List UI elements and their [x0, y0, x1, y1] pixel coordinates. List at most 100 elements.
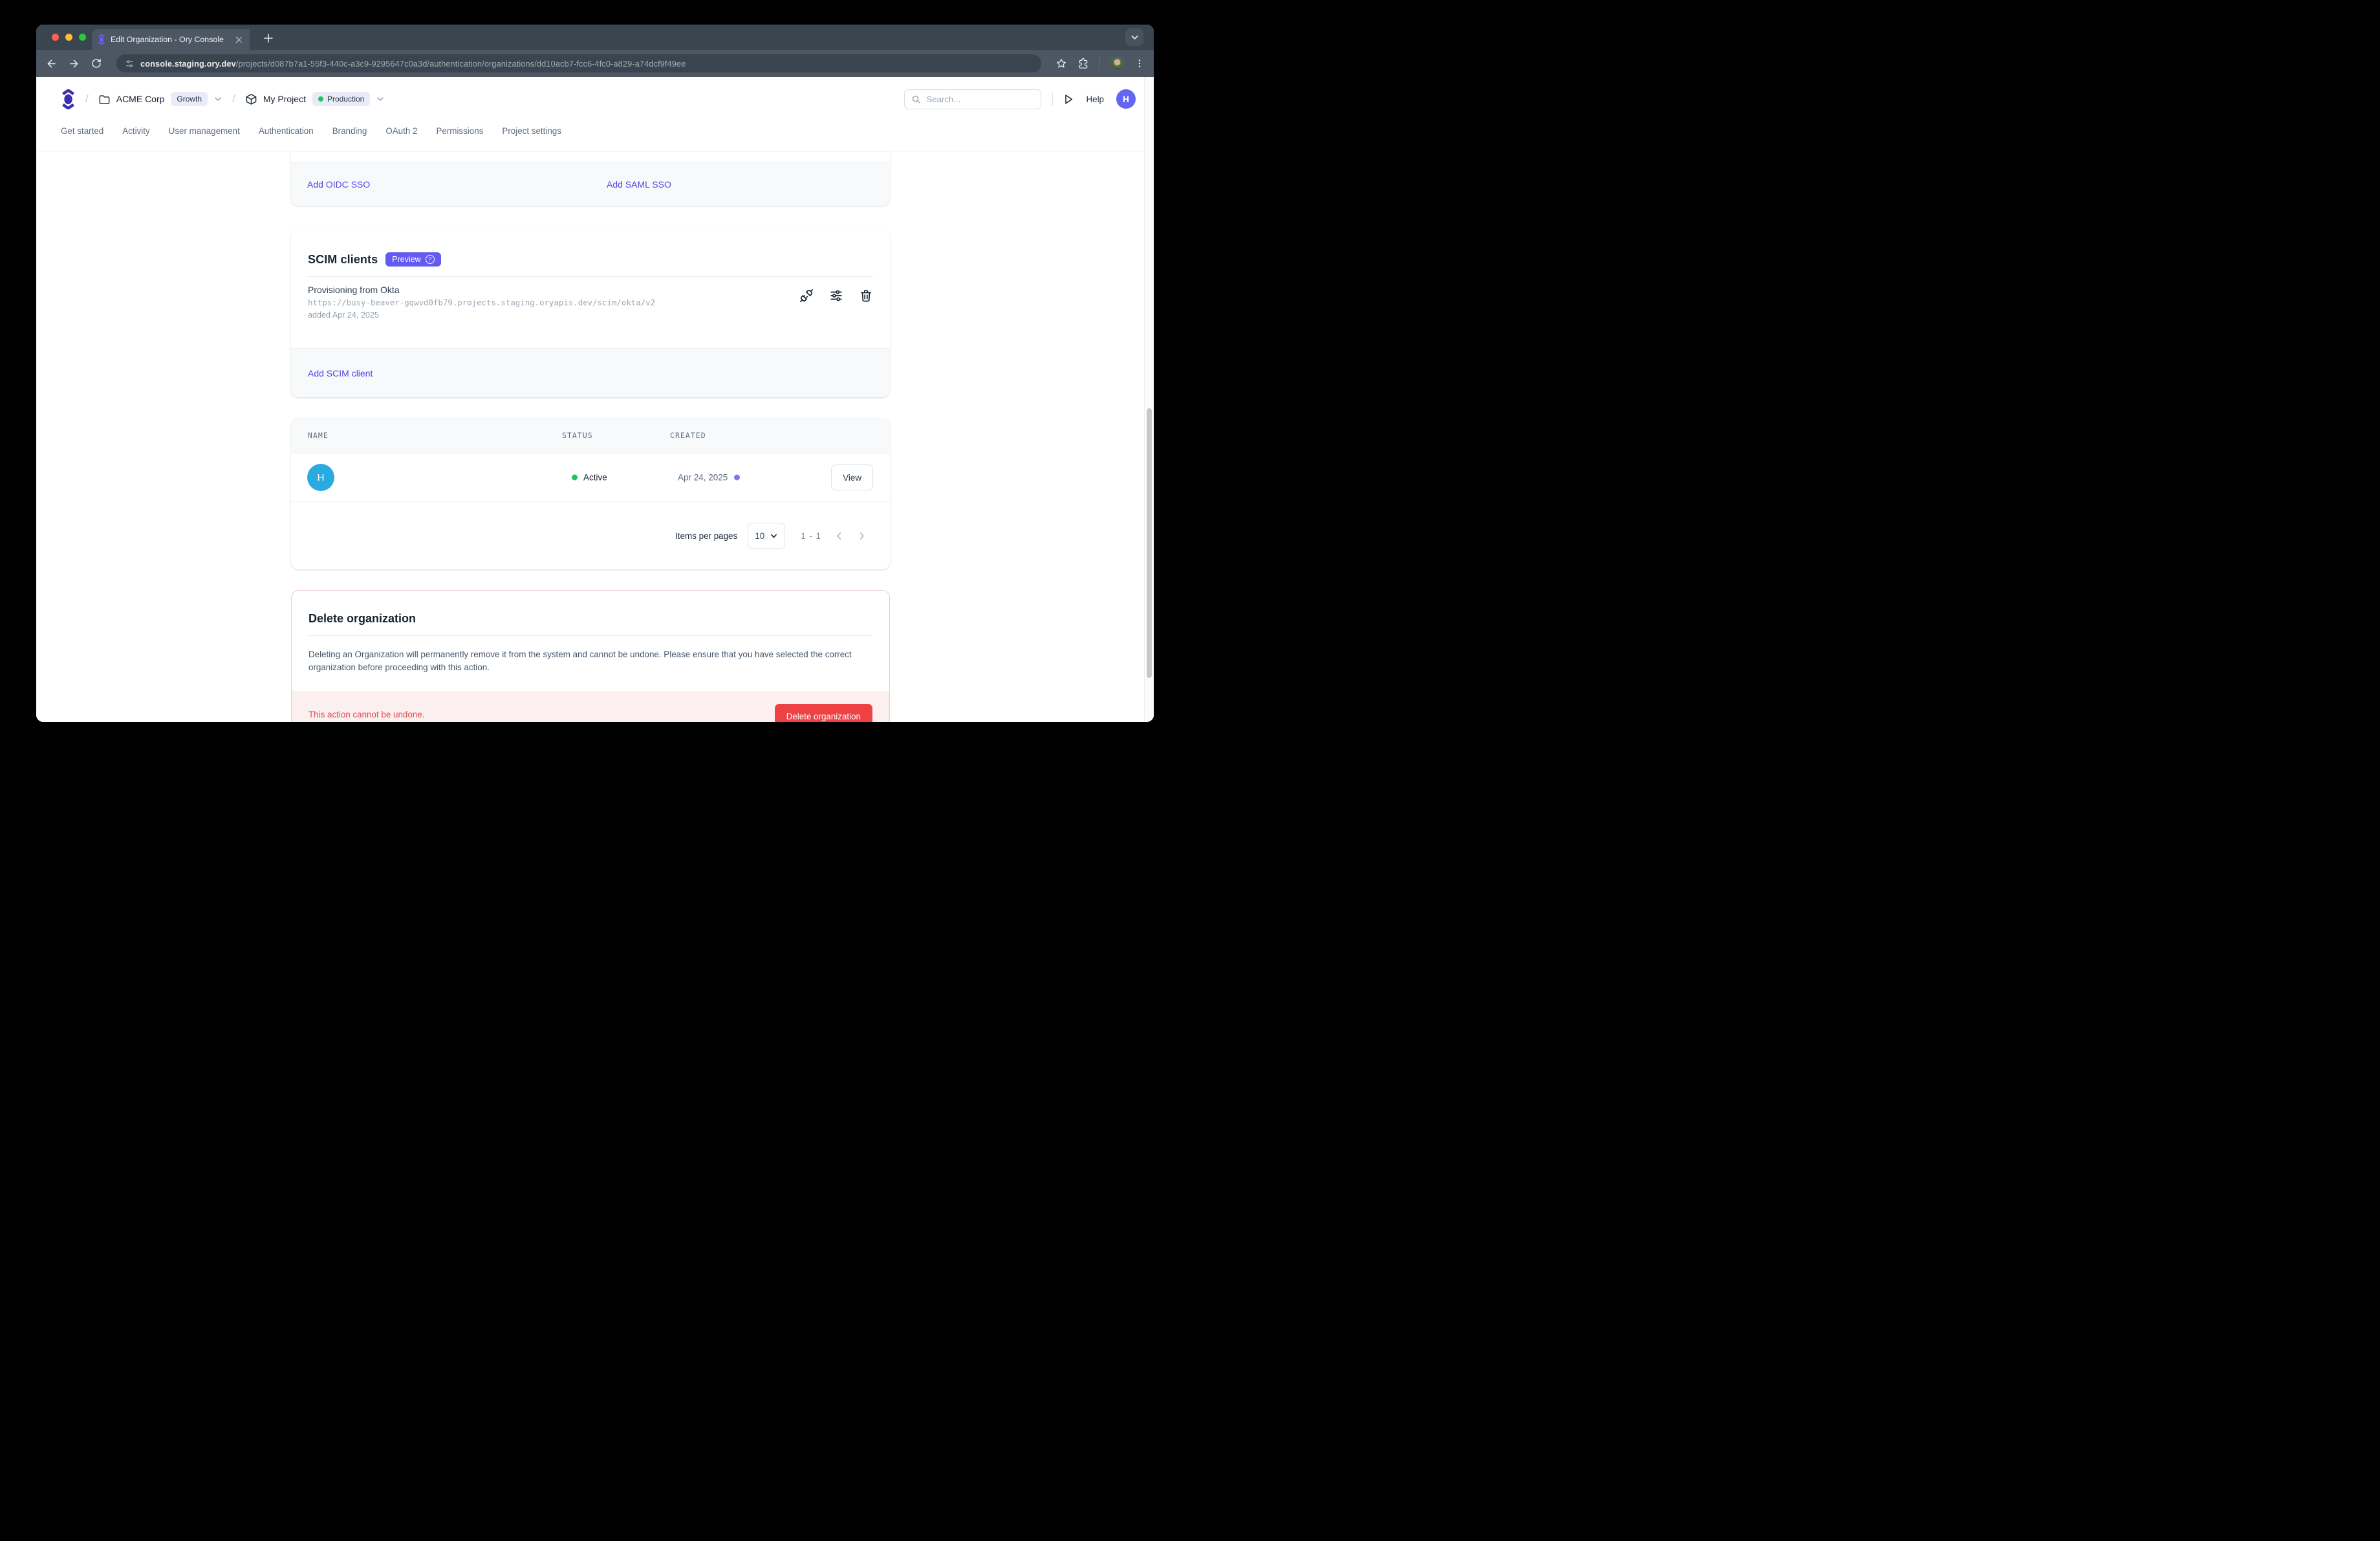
- workspace-plan-badge: Growth: [171, 92, 208, 106]
- reload-icon[interactable]: [91, 58, 102, 69]
- nav-tab-user-management[interactable]: User management: [169, 126, 240, 136]
- project-name[interactable]: My Project: [263, 94, 306, 104]
- browser-menu-icon[interactable]: [1134, 58, 1145, 69]
- breadcrumb-separator: /: [85, 93, 89, 105]
- active-status-dot: [572, 475, 578, 481]
- view-button[interactable]: View: [831, 464, 873, 490]
- nav-tab-permissions[interactable]: Permissions: [436, 126, 483, 136]
- workspace-folder-icon: [98, 93, 111, 105]
- tab-title-fade: [233, 29, 250, 50]
- url-bar[interactable]: console.staging.ory.dev/projects/d087b7a…: [116, 54, 1041, 72]
- new-tab-button[interactable]: [260, 30, 277, 47]
- zoom-window-button[interactable]: [79, 34, 86, 41]
- nav-tab-oauth2[interactable]: OAuth 2: [385, 126, 417, 136]
- workspace-name[interactable]: ACME Corp: [116, 94, 165, 104]
- search-input[interactable]: [926, 94, 1034, 104]
- site-settings-icon[interactable]: [125, 59, 135, 69]
- danger-footer: This action cannot be undone. Delete org…: [292, 691, 889, 722]
- workspace-chevron-down-icon[interactable]: [213, 94, 222, 104]
- delete-organization-button[interactable]: Delete organization: [775, 704, 872, 722]
- url-text: console.staging.ory.dev/projects/d087b7a…: [140, 59, 686, 69]
- project-env-badge: Production: [312, 92, 370, 106]
- page-size-select[interactable]: 10: [748, 523, 785, 549]
- browser-toolbar: console.staging.ory.dev/projects/d087b7a…: [36, 50, 1154, 77]
- url-domain: console.staging.ory.dev: [140, 59, 236, 69]
- organization-table-card: NAME STATUS CREATED H Active Apr 24, 202…: [291, 418, 890, 569]
- main-column: Add OIDC SSO Add SAML SSO SCIM clients P…: [291, 152, 890, 722]
- extensions-puzzle-icon[interactable]: [1077, 58, 1089, 69]
- created-indicator-dot: [734, 475, 740, 481]
- items-per-page-label: Items per pages: [675, 531, 737, 541]
- delete-trash-icon[interactable]: [859, 289, 873, 303]
- row-avatar: H: [307, 464, 334, 491]
- project-nav-tabs: Get started Activity User management Aut…: [61, 126, 561, 136]
- danger-warning-text: This action cannot be undone.: [308, 710, 424, 719]
- back-icon[interactable]: [45, 58, 58, 70]
- column-header-status: STATUS: [562, 431, 593, 440]
- toolbar-divider: [1099, 57, 1100, 70]
- scim-client-url: https://busy-beaver-gqwvd0fb79.projects.…: [308, 298, 873, 307]
- nav-tab-project-settings[interactable]: Project settings: [502, 126, 561, 136]
- preview-badge[interactable]: Preview ?: [385, 252, 440, 267]
- scrollbar-thumb[interactable]: [1147, 408, 1152, 678]
- chevron-down-icon: [770, 532, 778, 540]
- forward-icon[interactable]: [68, 58, 80, 70]
- sso-card: Add OIDC SSO Add SAML SSO: [291, 152, 890, 206]
- nav-tab-authentication[interactable]: Authentication: [259, 126, 314, 136]
- table-row: H Active Apr 24, 2025 View: [291, 454, 890, 502]
- nav-tab-branding[interactable]: Branding: [332, 126, 367, 136]
- ory-logo[interactable]: [61, 89, 76, 109]
- browser-profile-avatar[interactable]: [1110, 57, 1124, 71]
- delete-organization-card: Delete organization Deleting an Organiza…: [291, 590, 890, 722]
- scim-clients-card: SCIM clients Preview ? Provisioning from…: [291, 230, 890, 397]
- column-header-name: NAME: [308, 431, 329, 440]
- test-connection-unplug-icon[interactable]: [799, 289, 814, 303]
- bookmark-star-icon[interactable]: [1055, 58, 1067, 69]
- preview-badge-label: Preview: [392, 255, 420, 264]
- add-scim-client-link[interactable]: Add SCIM client: [308, 368, 373, 378]
- ory-favicon: [98, 34, 105, 45]
- scim-client-added-date: added Apr 24, 2025: [308, 311, 873, 320]
- previous-page-chevron-icon[interactable]: [828, 531, 850, 541]
- project-chevron-down-icon[interactable]: [376, 94, 385, 104]
- status-cell: Active: [572, 473, 607, 483]
- nav-tab-get-started[interactable]: Get started: [61, 126, 103, 136]
- divider: [308, 635, 872, 636]
- add-oidc-sso-link[interactable]: Add OIDC SSO: [307, 179, 370, 190]
- page-size-value: 10: [755, 531, 764, 541]
- browser-tab-strip: Edit Organization - Ory Console: [36, 25, 1154, 50]
- browser-tab[interactable]: Edit Organization - Ory Console: [92, 29, 250, 50]
- scim-clients-title: SCIM clients: [308, 253, 378, 267]
- user-avatar[interactable]: H: [1116, 89, 1136, 109]
- sso-card-body: [291, 152, 890, 162]
- pagination-range: 1 - 1: [801, 531, 821, 541]
- browser-window: Edit Organization - Ory Console: [36, 25, 1154, 722]
- run-play-icon[interactable]: [1064, 94, 1074, 105]
- help-link[interactable]: Help: [1086, 94, 1104, 104]
- scim-client-actions: [799, 289, 873, 303]
- scim-card-footer: Add SCIM client: [291, 348, 890, 397]
- window-controls: [52, 34, 86, 41]
- next-page-chevron-icon[interactable]: [850, 531, 873, 541]
- production-status-dot: [318, 96, 323, 102]
- project-cube-icon: [245, 93, 257, 105]
- nav-tab-activity[interactable]: Activity: [122, 126, 149, 136]
- table-header: NAME STATUS CREATED: [291, 418, 890, 454]
- configure-sliders-icon[interactable]: [829, 289, 843, 303]
- delete-organization-description: Deleting an Organization will permanentl…: [308, 648, 872, 674]
- created-date: Apr 24, 2025: [678, 473, 728, 483]
- url-path: /projects/d087b7a1-55f3-440c-a3c9-929564…: [236, 59, 686, 69]
- table-pagination: Items per pages 10 1 - 1: [291, 502, 890, 569]
- global-search[interactable]: [904, 89, 1041, 109]
- scrollbar-track[interactable]: [1144, 77, 1154, 722]
- minimize-window-button[interactable]: [65, 34, 72, 41]
- delete-organization-title: Delete organization: [308, 612, 872, 626]
- created-cell: Apr 24, 2025: [678, 473, 740, 483]
- add-saml-sso-link[interactable]: Add SAML SSO: [607, 179, 671, 190]
- help-circle-icon: ?: [426, 255, 435, 264]
- close-window-button[interactable]: [52, 34, 59, 41]
- breadcrumb-separator: /: [232, 93, 235, 105]
- header-divider: [1052, 92, 1053, 106]
- scim-client-name: Provisioning from Okta: [308, 285, 873, 295]
- tab-search-button[interactable]: [1125, 28, 1143, 46]
